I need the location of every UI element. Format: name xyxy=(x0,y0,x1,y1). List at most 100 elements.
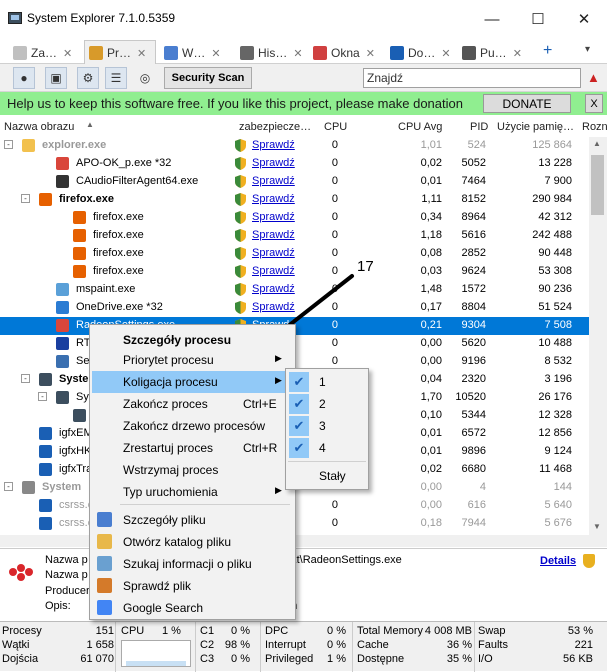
submenu-arrow-icon: ▶ xyxy=(275,485,282,495)
cache-label: Cache xyxy=(357,639,389,651)
divider xyxy=(260,622,261,672)
privileged-label: Privileged xyxy=(265,653,314,665)
menu-item-icon xyxy=(97,578,112,593)
affinity-option[interactable]: ✔ 3 xyxy=(288,415,366,437)
divider xyxy=(474,622,475,672)
menu-item-label: Szczegóły procesu xyxy=(123,333,232,347)
faults-label: Faults xyxy=(478,639,508,651)
radeon-logo-icon xyxy=(7,562,35,582)
menu-shortcut: Ctrl+R xyxy=(243,441,278,455)
checkmark-icon: ✔ xyxy=(289,372,309,392)
io-label: I/O xyxy=(478,653,493,665)
c1-label: C1 xyxy=(200,625,215,637)
divider xyxy=(195,622,196,672)
menu-item-label: Sprawdź plik xyxy=(123,579,192,593)
menu-item-label: Typ uruchomienia xyxy=(123,485,218,499)
menu-item-label: Koligacja procesu xyxy=(123,375,218,389)
menu-item-label: Zrestartuj proces xyxy=(123,441,214,455)
context-menu: Szczegóły procesu Priorytet procesu ▶ Kolig… xyxy=(89,324,296,620)
menu-item[interactable]: Priorytet procesu ▶ xyxy=(92,349,293,371)
menu-item[interactable]: Wstrzymaj proces xyxy=(92,459,293,481)
detail-name-label-2: Nazwa p xyxy=(45,569,88,581)
menu-item-label: Szczegóły pliku xyxy=(123,513,206,527)
c3-label: C3 xyxy=(200,653,215,665)
menu-item-label: Otwórz katalog pliku xyxy=(123,535,232,549)
detail-path: ext\RadeonSettings.exe xyxy=(285,554,402,566)
menu-item[interactable]: Typ uruchomienia ▶ xyxy=(92,481,293,503)
menu-item[interactable]: Szukaj informacji o pliku xyxy=(92,553,293,575)
procs-value: 151 xyxy=(95,625,114,637)
menu-item[interactable]: Otwórz katalog pliku xyxy=(92,531,293,553)
cpu-graph xyxy=(121,640,191,667)
cpu-value: 1 % xyxy=(162,625,181,637)
c2-value: 98 % xyxy=(224,639,250,651)
cpu-label: CPU xyxy=(121,625,145,637)
affinity-option[interactable]: ✔ 2 xyxy=(288,393,366,415)
details-link[interactable]: Details xyxy=(540,555,576,567)
submenu-arrow-icon: ▶ xyxy=(275,353,282,363)
menu-item-label: Zakończ drzewo procesów xyxy=(123,419,266,433)
threads-label: Wątki xyxy=(2,639,30,651)
affinity-option-label: Stały xyxy=(319,469,346,483)
interrupt-label: Interrupt xyxy=(265,639,306,651)
menu-item[interactable]: Zakończ drzewo procesów xyxy=(92,415,293,437)
menu-item-label: Priorytet procesu xyxy=(123,353,214,367)
handles-value: 61 070 xyxy=(80,653,114,665)
affinity-option-label: 1 xyxy=(319,375,326,389)
handles-label: Dojścia xyxy=(2,653,39,665)
detail-name-label: Nazwa p xyxy=(45,554,88,566)
dpc-label: DPC xyxy=(265,625,289,637)
total-memory-value: 4 008 MB xyxy=(424,625,472,637)
menu-item[interactable]: Sprawdź plik xyxy=(92,575,293,597)
affinity-option[interactable]: ✔ 1 xyxy=(288,371,366,393)
total-memory-label: Total Memory xyxy=(357,625,424,637)
faults-value: 221 xyxy=(574,639,593,651)
detail-producer-label: Producer xyxy=(45,585,90,597)
menu-item[interactable]: Szczegóły procesu xyxy=(92,329,293,351)
menu-item[interactable]: Koligacja procesu ▶ xyxy=(92,371,293,393)
shield-icon xyxy=(583,554,595,568)
submenu-arrow-icon: ▶ xyxy=(275,375,282,385)
cache-value: 36 % xyxy=(446,639,472,651)
menu-shortcut: Ctrl+E xyxy=(243,397,277,411)
menu-item[interactable]: Zrestartuj proces Ctrl+R xyxy=(92,437,293,459)
menu-item-icon xyxy=(97,556,112,571)
annotation-number: 17 xyxy=(357,258,374,275)
swap-label: Swap xyxy=(478,625,506,637)
menu-item[interactable]: Szczegóły pliku xyxy=(92,509,293,531)
divider xyxy=(115,622,116,672)
swap-value: 53 % xyxy=(567,625,593,637)
available-value: 35 % xyxy=(446,653,472,665)
menu-item-icon xyxy=(97,600,112,615)
affinity-option-label: 3 xyxy=(319,419,326,433)
status-bar: Procesy 151 Wątki 1 658 Dojścia 61 070 C… xyxy=(0,621,607,672)
c1-value: 0 % xyxy=(231,625,250,637)
affinity-option[interactable]: Stały xyxy=(288,465,366,487)
privileged-value: 1 % xyxy=(327,653,346,665)
divider xyxy=(352,622,353,672)
c2-label: C2 xyxy=(200,639,215,651)
cpu-graph-fill xyxy=(126,661,186,666)
checkmark-icon: ✔ xyxy=(289,438,309,458)
menu-item[interactable]: Zakończ proces Ctrl+E xyxy=(92,393,293,415)
menu-item[interactable]: Google Search xyxy=(92,597,293,619)
detail-description-label: Opis: xyxy=(45,600,71,612)
dpc-value: 0 % xyxy=(327,625,346,637)
menu-separator xyxy=(120,504,290,505)
io-value: 56 KB xyxy=(563,653,593,665)
available-label: Dostępne xyxy=(357,653,405,665)
checkmark-icon: ✔ xyxy=(289,394,309,414)
threads-value: 1 658 xyxy=(86,639,114,651)
menu-item-label: Wstrzymaj proces xyxy=(123,463,219,477)
c3-value: 0 % xyxy=(231,653,250,665)
affinity-option[interactable]: ✔ 4 xyxy=(288,437,366,459)
interrupt-value: 0 % xyxy=(327,639,346,651)
menu-item-label: Zakończ proces xyxy=(123,397,208,411)
affinity-submenu: ✔ 1 ✔ 2 ✔ 3 ✔ 4 Stały xyxy=(285,368,369,490)
menu-separator xyxy=(288,461,366,462)
checkmark-icon: ✔ xyxy=(289,416,309,436)
menu-item-icon xyxy=(97,512,112,527)
menu-item-label: Google Search xyxy=(123,601,204,615)
procs-label: Procesy xyxy=(2,625,42,637)
menu-item-label: Szukaj informacji o pliku xyxy=(123,557,252,571)
